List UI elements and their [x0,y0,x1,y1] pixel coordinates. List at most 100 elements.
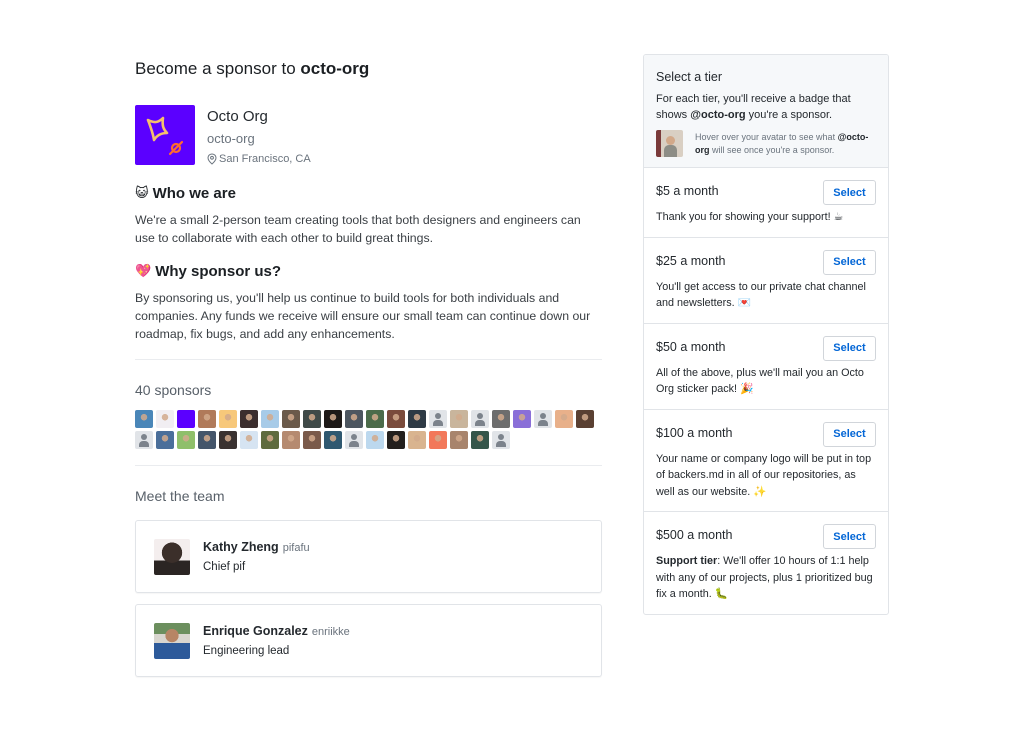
sponsor-avatar[interactable] [555,410,573,428]
sponsor-avatar-default[interactable] [492,431,510,449]
sponsor-avatar[interactable] [219,410,237,428]
sponsor-avatar[interactable] [471,431,489,449]
select-tier-button[interactable]: Select [823,335,876,361]
member-name[interactable]: Kathy Zheng [203,540,279,554]
sponsor-avatar[interactable] [492,410,510,428]
page-title: Become a sponsor to octo-org [135,55,602,83]
desc-org: @octo-org [690,109,746,121]
section-heading-text: Why sponsor us? [155,263,282,280]
location-pin-icon [207,153,217,165]
sponsor-avatar[interactable] [303,410,321,428]
sponsor-avatar[interactable] [513,410,531,428]
badge-preview: Hover over your avatar to see what @octo… [656,130,876,157]
section-who-we-are: 😺 Who we are We're a small 2-person team … [135,183,602,247]
tier-description: Support tier: We'll offer 10 hours of 1:… [656,553,876,603]
select-tier-button[interactable]: Select [823,180,876,205]
tier-5: $5 a month Select Thank you for showing … [644,168,888,238]
tier-500: $500 a month Select Support tier: We'll … [644,512,888,614]
sponsor-avatar[interactable] [177,410,195,428]
member-name-row: Kathy Zheng pifafu [203,538,310,557]
sponsors-count: 40 sponsors [135,382,212,398]
tier-25: $25 a month Select You'll get access to … [644,238,888,324]
tier-description: Thank you for showing your support! ☕ [656,209,876,226]
sponsor-avatar[interactable] [240,410,258,428]
sponsor-avatar[interactable] [198,410,216,428]
user-avatar[interactable] [656,130,683,157]
sponsor-avatar[interactable] [576,410,594,428]
org-location-text: San Francisco, CA [219,153,311,165]
sponsor-avatar-default[interactable] [345,431,363,449]
sponsor-avatar[interactable] [408,431,426,449]
select-tier-button[interactable]: Select [823,249,876,275]
sponsor-avatar[interactable] [282,410,300,428]
member-login[interactable]: enriikke [312,626,350,638]
sponsor-avatar[interactable] [345,410,363,428]
team-member-card: Enrique Gonzalez enriikke Engineering lea… [135,604,602,677]
sponsor-avatar[interactable] [261,431,279,449]
member-name-row: Enrique Gonzalez enriikke [203,622,350,641]
sponsor-avatar[interactable] [135,410,153,428]
select-tier-button[interactable]: Select [823,524,876,549]
section-heading-text: Who we are [152,185,236,202]
team-heading: Meet the team [135,488,225,504]
sponsor-avatar[interactable] [198,431,216,449]
sponsor-avatar[interactable] [240,431,258,449]
tier-description: Your name or company logo will be put in… [656,451,876,501]
hint-text: Hover over your avatar to see what [695,132,838,142]
sponsor-avatar[interactable] [282,431,300,449]
sponsor-avatar[interactable] [324,431,342,449]
section-why-sponsor: 💖 Why sponsor us? By sponsoring us, you'l… [135,261,602,343]
sponsor-avatar[interactable] [450,410,468,428]
tier-desc-text: Thank you for showing your support! ☕ [656,211,844,223]
divider [135,465,602,466]
member-avatar[interactable] [154,622,190,659]
section-body: We're a small 2-person team creating too… [135,213,581,245]
sponsor-avatar[interactable] [366,410,384,428]
tier-desc-text: You'll get access to our private chat ch… [656,280,866,310]
member-avatar[interactable] [154,538,190,575]
org-login[interactable]: octo-org [207,129,311,149]
sponsor-avatar-default[interactable] [534,410,552,428]
tier-desc-text: All of the above, plus we'll mail you an… [656,366,864,396]
sponsor-avatar[interactable] [366,431,384,449]
member-login[interactable]: pifafu [283,542,310,554]
sponsor-main: Become a sponsor to octo-org Octo Org oc… [135,55,602,688]
tier-description: All of the above, plus we'll mail you an… [656,365,876,398]
sponsor-avatar[interactable] [324,410,342,428]
org-profile: Octo Org octo-org San Francisco, CA [135,105,602,165]
section-body: By sponsoring us, you'll help us continu… [135,291,591,341]
page-title-prefix: Become a sponsor to [135,59,301,78]
sponsor-avatar-default[interactable] [135,431,153,449]
member-name[interactable]: Enrique Gonzalez [203,624,308,638]
select-tier-button[interactable]: Select [823,421,876,447]
tier-description: You'll get access to our private chat ch… [656,279,876,312]
member-role: Engineering lead [203,644,290,657]
section-heading: 💖 Why sponsor us? [135,261,602,283]
sponsor-avatar[interactable] [387,431,405,449]
divider [135,359,602,360]
team-member-card: Kathy Zheng pifafu Chief pif [135,520,602,593]
tier-desc-text: Your name or company logo will be put in… [656,452,872,498]
tier-100: $100 a month Select Your name or company… [644,410,888,512]
sponsor-avatar-default[interactable] [429,410,447,428]
sponsor-avatar[interactable] [387,410,405,428]
sponsor-avatar[interactable] [219,431,237,449]
sponsor-avatar[interactable] [156,410,174,428]
sponsor-avatar[interactable] [450,431,468,449]
sponsor-avatar-list [135,410,602,449]
sponsor-avatar[interactable] [156,431,174,449]
sponsor-avatar[interactable] [429,431,447,449]
org-logo-icon[interactable] [135,105,195,165]
sponsor-avatar[interactable] [408,410,426,428]
sponsor-avatar[interactable] [303,431,321,449]
sponsor-avatar-default[interactable] [471,410,489,428]
tier-desc-bold: Support tier [656,555,718,567]
sponsor-avatar[interactable] [261,410,279,428]
member-role: Chief pif [203,560,246,573]
org-name: Octo Org [207,108,268,125]
sparkling-heart-icon: 💖 [135,264,152,279]
org-location: San Francisco, CA [207,150,311,168]
tier-selector-title: Select a tier [656,70,723,84]
desc-text: you're a sponsor. [745,109,833,121]
sponsor-avatar[interactable] [177,431,195,449]
